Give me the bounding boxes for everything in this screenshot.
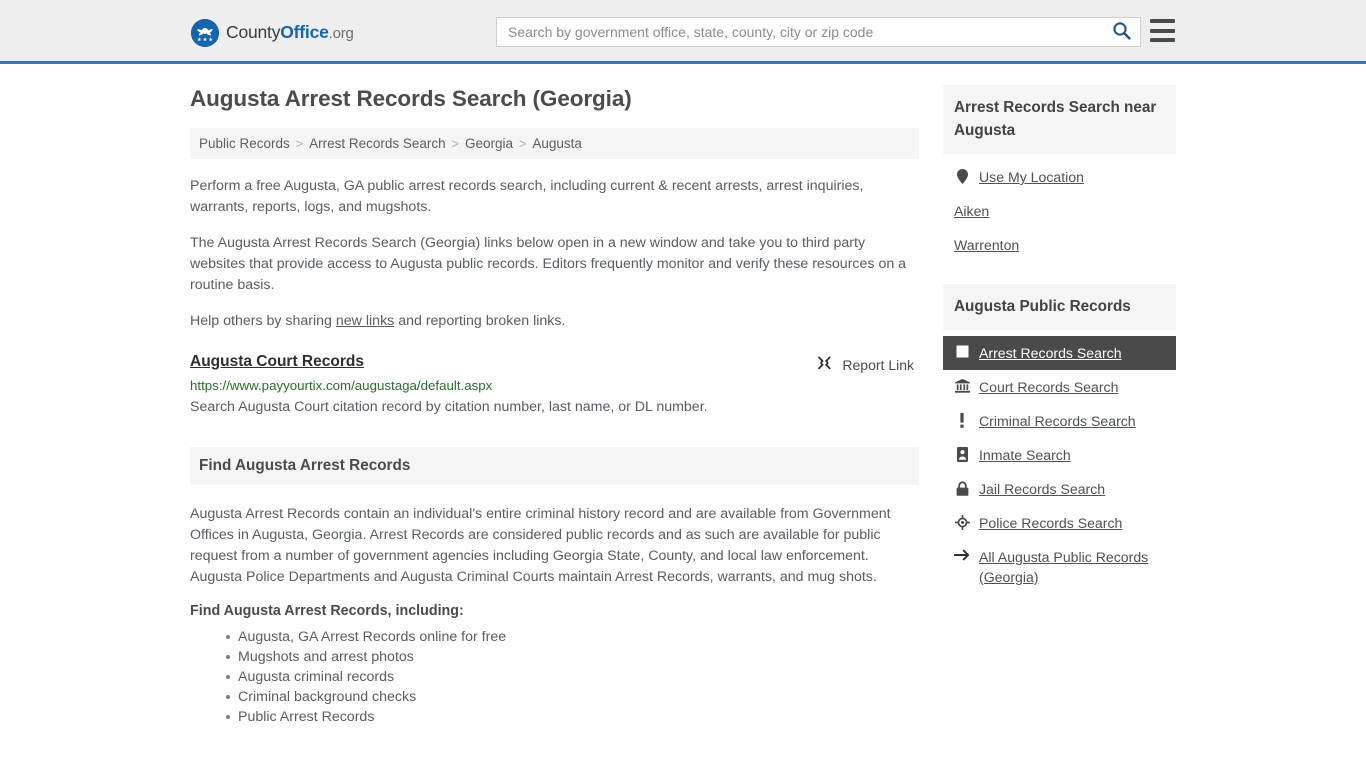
report-link-label: Report Link: [842, 356, 914, 373]
public-records-header: Augusta Public Records: [943, 284, 1176, 330]
breadcrumb-item-augusta: Augusta: [532, 136, 582, 151]
breadcrumb-item-georgia[interactable]: Georgia: [465, 136, 513, 151]
brand-part-county: County: [226, 22, 281, 43]
help-suffix: and reporting broken links.: [394, 313, 566, 329]
hamburger-menu-icon[interactable]: [1150, 19, 1175, 42]
breadcrumb-item-arrest-records-search[interactable]: Arrest Records Search: [309, 136, 446, 151]
section-heading: Find Augusta Arrest Records: [199, 457, 411, 474]
report-link-button[interactable]: Report Link: [816, 355, 914, 374]
page-title: Augusta Arrest Records Search (Georgia): [190, 86, 632, 111]
sidebar-item-warrenton[interactable]: Warrenton: [943, 228, 1176, 262]
list-item: Augusta, GA Arrest Records online for fr…: [226, 627, 919, 647]
site-header: CountyOffice.org: [0, 0, 1366, 64]
site-brand-text: CountyOffice.org: [226, 24, 354, 42]
eagle-shield-logo-icon: [191, 19, 219, 47]
nearby-searches-heading: Arrest Records Search near Augusta: [954, 99, 1157, 139]
page-body: Augusta Arrest Records Search (Georgia) …: [0, 64, 1366, 727]
search-bar[interactable]: [496, 17, 1141, 47]
search-icon: [1112, 21, 1131, 43]
sidebar-item-label: Arrest Records Search: [979, 345, 1122, 361]
list-item: Criminal background checks: [226, 687, 919, 707]
hamburger-bar: [1150, 38, 1175, 42]
white-square-icon: [954, 343, 970, 358]
result-item: Augusta Court Records Report Link https:…: [190, 353, 919, 421]
brand-part-org: .org: [328, 25, 354, 43]
sidebar-item-arrest-records-search[interactable]: Arrest Records Search: [943, 336, 1176, 370]
list-heading: Find Augusta Arrest Records, including:: [190, 603, 464, 619]
nearby-searches-card: Arrest Records Search near Augusta Use M…: [943, 85, 1176, 262]
courthouse-icon: [954, 377, 970, 393]
main-column: Augusta Arrest Records Search (Georgia) …: [190, 85, 919, 727]
police-badge-icon: [954, 513, 970, 530]
section-paragraph: Augusta Arrest Records contain an indivi…: [190, 506, 891, 585]
map-pin-icon: [954, 167, 970, 184]
breadcrumb: Public Records > Arrest Records Search >…: [190, 128, 919, 159]
sidebar-item-court-records-search[interactable]: Court Records Search: [943, 370, 1176, 404]
list-item: Mugshots and arrest photos: [226, 647, 919, 667]
site-logo-link[interactable]: CountyOffice.org: [191, 19, 354, 47]
public-records-list: Arrest Records Search Court Records Sear…: [943, 330, 1176, 594]
search-button[interactable]: [1102, 18, 1140, 46]
sidebar-item-label: Use My Location: [979, 169, 1084, 185]
breadcrumb-separator: >: [519, 136, 527, 151]
sidebar-item-label: Police Records Search: [979, 515, 1123, 531]
list-item: Augusta criminal records: [226, 667, 919, 687]
id-badge-icon: [954, 445, 970, 462]
sidebar-item-all-augusta-public-records[interactable]: All Augusta Public Records (Georgia): [943, 540, 1176, 594]
arrow-right-icon: [954, 547, 970, 561]
sidebar-item-criminal-records-search[interactable]: Criminal Records Search: [943, 404, 1176, 438]
sidebar-item-label: Court Records Search: [979, 379, 1119, 395]
help-paragraph: Help others by sharing new links and rep…: [190, 311, 919, 332]
sidebar-item-label: Inmate Search: [979, 447, 1071, 463]
intro-paragraph-1: Perform a free Augusta, GA public arrest…: [190, 178, 864, 215]
public-records-heading: Augusta Public Records: [954, 298, 1131, 315]
search-input[interactable]: [497, 18, 1102, 46]
brand-part-office: Office: [280, 22, 329, 43]
sidebar-item-police-records-search[interactable]: Police Records Search: [943, 506, 1176, 540]
sidebar-item-label: Jail Records Search: [979, 481, 1106, 497]
sidebar: Arrest Records Search near Augusta Use M…: [943, 85, 1176, 616]
exclamation-icon: [954, 411, 970, 428]
broken-link-icon: [816, 355, 833, 374]
sidebar-item-jail-records-search[interactable]: Jail Records Search: [943, 472, 1176, 506]
sidebar-item-label: Criminal Records Search: [979, 413, 1136, 429]
result-url: https://www.payyourtix.com/augustaga/def…: [190, 378, 493, 393]
nearby-searches-header: Arrest Records Search near Augusta: [943, 85, 1176, 154]
lock-icon: [954, 479, 970, 496]
help-prefix: Help others by sharing: [190, 313, 336, 329]
sidebar-item-label: All Augusta Public Records (Georgia): [979, 549, 1149, 585]
breadcrumb-separator: >: [451, 136, 459, 151]
intro-paragraph-2: The Augusta Arrest Records Search (Georg…: [190, 235, 907, 293]
result-description: Search Augusta Court citation record by …: [190, 399, 708, 415]
sidebar-item-aiken[interactable]: Aiken: [943, 194, 1176, 228]
new-links-link[interactable]: new links: [336, 313, 394, 329]
sidebar-item-inmate-search[interactable]: Inmate Search: [943, 438, 1176, 472]
sidebar-item-label: Aiken: [954, 203, 990, 219]
arrest-records-facts-list: Augusta, GA Arrest Records online for fr…: [190, 627, 919, 727]
result-title-link[interactable]: Augusta Court Records: [190, 353, 364, 371]
hamburger-bar: [1150, 19, 1175, 23]
breadcrumb-separator: >: [295, 136, 304, 151]
public-records-card: Augusta Public Records Arrest Records Se…: [943, 284, 1176, 594]
nearby-searches-list: Use My Location Aiken Warrenton: [943, 154, 1176, 262]
sidebar-item-use-my-location[interactable]: Use My Location: [943, 160, 1176, 194]
list-item: Public Arrest Records: [226, 707, 919, 727]
section-header-band: Find Augusta Arrest Records: [190, 447, 919, 485]
hamburger-bar: [1150, 28, 1175, 33]
sidebar-item-label: Warrenton: [954, 237, 1020, 253]
breadcrumb-item-public-records[interactable]: Public Records: [199, 136, 290, 151]
